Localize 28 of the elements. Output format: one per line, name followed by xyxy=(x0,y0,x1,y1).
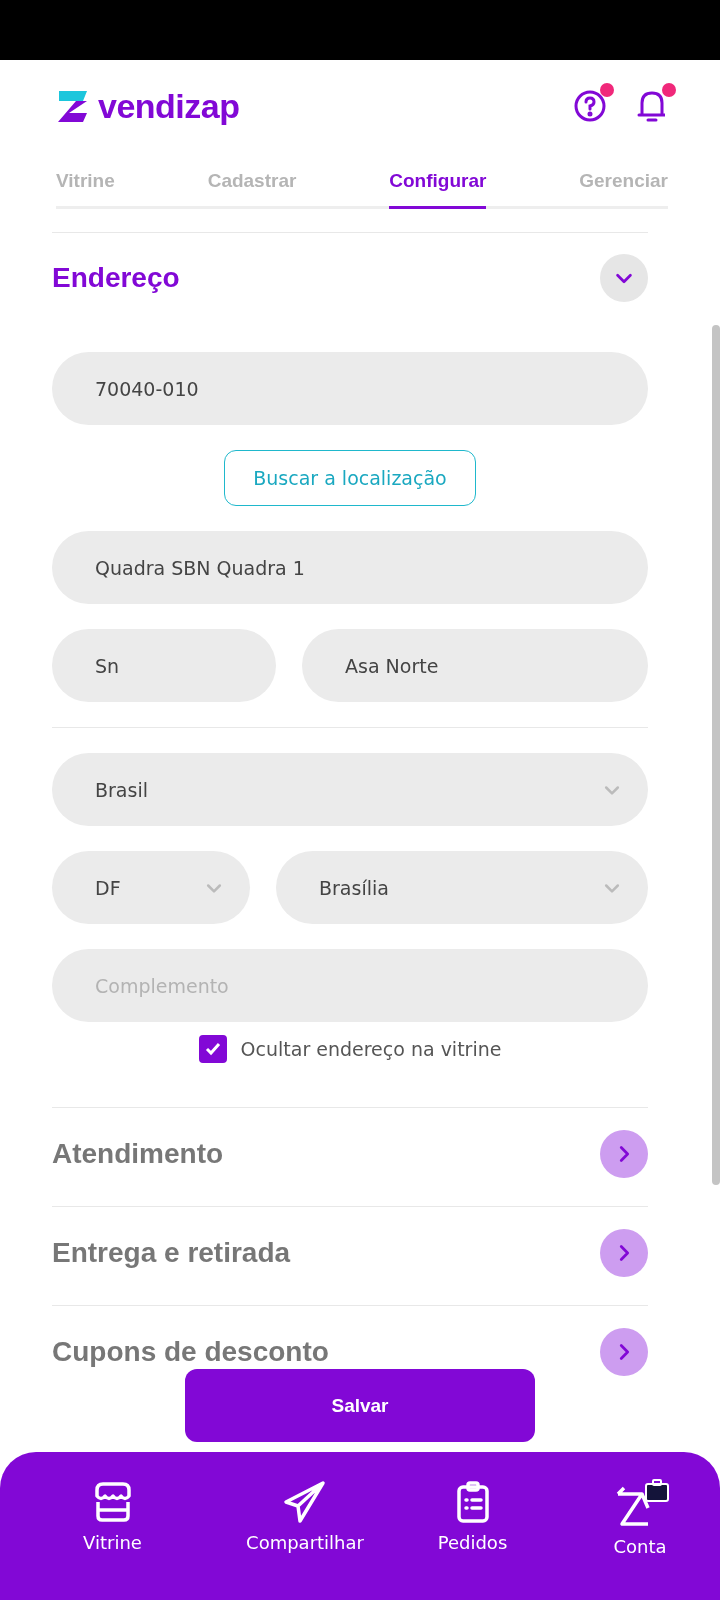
help-icon[interactable] xyxy=(573,89,607,123)
expand-button[interactable] xyxy=(600,1229,648,1277)
complement-field[interactable]: Complemento xyxy=(52,949,648,1022)
expand-button[interactable] xyxy=(600,1328,648,1376)
checkbox[interactable] xyxy=(198,1035,227,1063)
state-select[interactable]: DF xyxy=(52,851,250,924)
city-select[interactable]: Brasília xyxy=(276,851,648,924)
postal-code-field[interactable]: 70040-010 xyxy=(52,352,648,425)
nav-label[interactable]: Vitrine xyxy=(83,1532,142,1553)
section-title: Cupons de desconto xyxy=(52,1336,329,1368)
expand-button[interactable] xyxy=(600,254,648,302)
checkbox-label: Ocultar endereço na vitrine xyxy=(240,1038,502,1060)
nav-label[interactable]: Compartilhar xyxy=(246,1532,364,1553)
section-title: Entrega e retirada xyxy=(52,1237,291,1269)
country-select[interactable]: Brasil xyxy=(52,753,648,826)
street-field[interactable]: Quadra SBN Quadra 1 xyxy=(52,531,648,604)
nav-label[interactable]: Pedidos xyxy=(437,1532,508,1553)
logo-icon xyxy=(56,89,90,123)
scrollbar-thumb[interactable] xyxy=(712,325,720,1185)
number-field[interactable]: Sn xyxy=(52,629,276,702)
tab[interactable]: Configurar xyxy=(389,160,487,209)
section-title: Atendimento xyxy=(52,1138,224,1170)
brand-name: vendizap xyxy=(98,86,240,126)
section-title: Endereço xyxy=(52,262,180,294)
save-button[interactable]: Salvar xyxy=(185,1369,535,1442)
nav-label[interactable]: Conta xyxy=(613,1536,667,1557)
district-field[interactable]: Asa Norte xyxy=(302,629,648,702)
expand-button[interactable] xyxy=(600,1130,648,1178)
